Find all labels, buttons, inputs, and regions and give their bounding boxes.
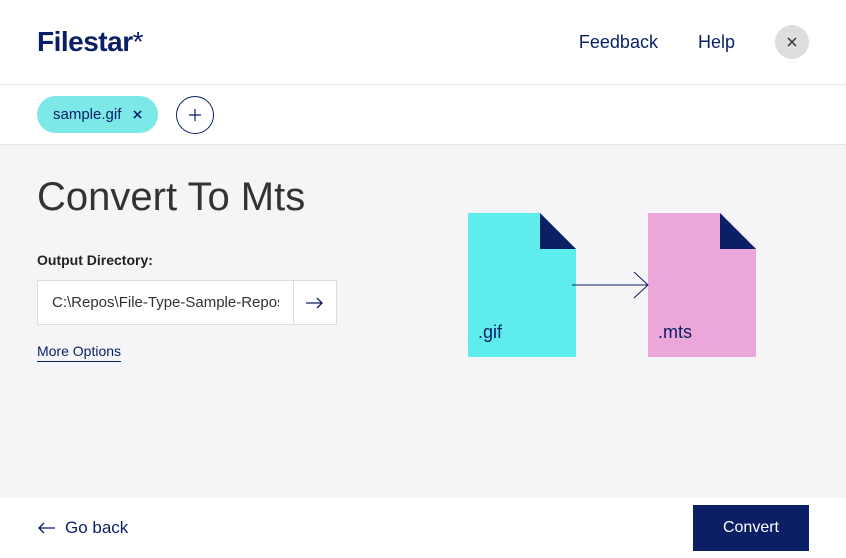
target-file-icon: .mts bbox=[648, 213, 756, 357]
main-content: Convert To Mts Output Directory: More Op… bbox=[0, 145, 846, 498]
logo-star-icon: * bbox=[133, 26, 143, 57]
feedback-link[interactable]: Feedback bbox=[579, 32, 658, 53]
add-file-button[interactable] bbox=[176, 96, 214, 134]
source-ext-label: .gif bbox=[478, 322, 502, 343]
go-back-button[interactable]: Go back bbox=[37, 518, 128, 538]
output-directory-row bbox=[37, 280, 337, 325]
file-chip[interactable]: sample.gif bbox=[37, 96, 158, 133]
logo: Filestar* bbox=[37, 26, 143, 58]
file-chip-remove-icon[interactable] bbox=[133, 107, 142, 122]
conversion-diagram: .gif .mts bbox=[468, 213, 756, 357]
conversion-arrow-icon bbox=[568, 270, 656, 300]
header-right: Feedback Help bbox=[579, 25, 809, 59]
header: Filestar* Feedback Help bbox=[0, 0, 846, 85]
target-ext-label: .mts bbox=[658, 322, 692, 343]
arrow-left-icon bbox=[37, 521, 55, 535]
footer: Go back Convert bbox=[0, 498, 846, 558]
more-options-link[interactable]: More Options bbox=[37, 343, 121, 362]
logo-text: Filestar bbox=[37, 26, 133, 57]
go-back-label: Go back bbox=[65, 518, 128, 538]
plus-icon bbox=[189, 109, 201, 121]
close-button[interactable] bbox=[775, 25, 809, 59]
source-file-icon: .gif bbox=[468, 213, 576, 357]
output-directory-input[interactable] bbox=[37, 280, 293, 325]
help-link[interactable]: Help bbox=[698, 32, 735, 53]
file-chip-name: sample.gif bbox=[53, 106, 121, 123]
output-directory-browse-button[interactable] bbox=[293, 280, 337, 325]
arrow-right-icon bbox=[306, 296, 324, 310]
file-bar: sample.gif bbox=[0, 85, 846, 145]
convert-button[interactable]: Convert bbox=[693, 505, 809, 551]
close-icon bbox=[787, 37, 797, 47]
